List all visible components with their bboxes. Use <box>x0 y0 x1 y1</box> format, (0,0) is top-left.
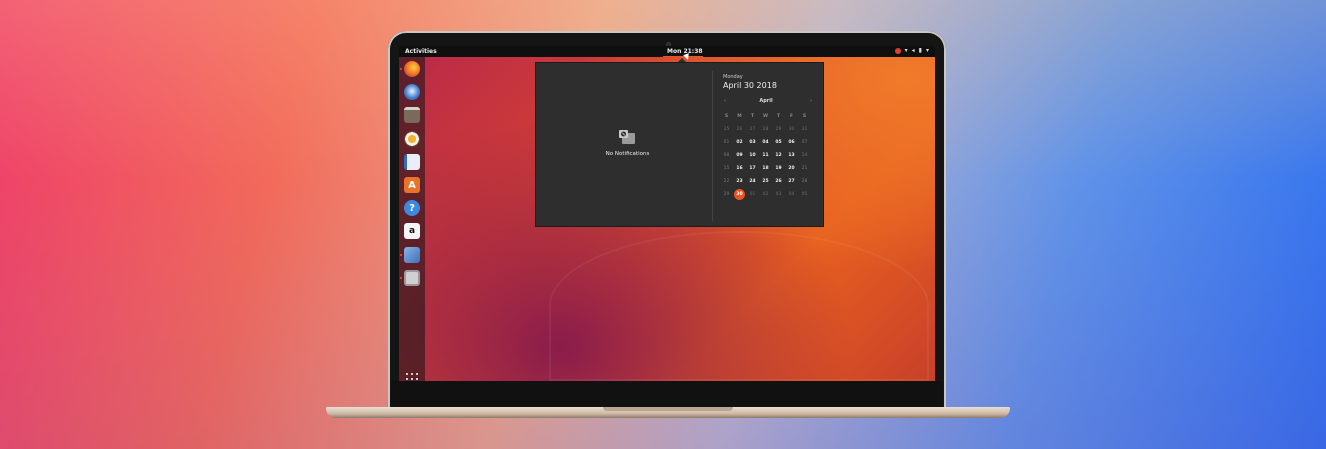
calendar-day[interactable]: 29 <box>720 188 733 201</box>
writer-icon[interactable] <box>404 154 420 170</box>
calendar-day[interactable]: 23 <box>733 175 746 188</box>
chevron-down-icon: ▾ <box>925 47 929 54</box>
status-indicator-icon <box>894 47 901 54</box>
calendar-grid: S M T W T F S 25 26 27 28 29 30 31 01 02… <box>720 110 814 201</box>
calendar-day[interactable]: 21 <box>798 162 811 175</box>
day-header: S <box>724 114 729 119</box>
laptop-notch <box>603 407 733 411</box>
calendar-day[interactable]: 09 <box>733 149 746 162</box>
calendar-day[interactable]: 16 <box>733 162 746 175</box>
battery-icon: ▮ <box>918 47 922 54</box>
files-icon[interactable] <box>404 107 420 123</box>
calendar-day[interactable]: 30 <box>785 123 798 136</box>
calendar-day[interactable]: 10 <box>746 149 759 162</box>
network-icon: ▾ <box>904 47 908 54</box>
calendar-day[interactable]: 03 <box>746 136 759 149</box>
calendar-day[interactable]: 17 <box>746 162 759 175</box>
calendar-day[interactable]: 18 <box>759 162 772 175</box>
calendar-pane: Monday April 30 2018 ‹ April › S M T W T… <box>720 63 824 228</box>
day-header: T <box>750 114 755 119</box>
calendar-popover: No Notifications Monday April 30 2018 ‹ … <box>535 62 824 227</box>
calendar-day[interactable]: 26 <box>772 175 785 188</box>
day-header: T <box>776 114 781 119</box>
calendar-day[interactable]: 07 <box>798 136 811 149</box>
calendar-day[interactable]: 20 <box>785 162 798 175</box>
day-header: F <box>789 114 794 119</box>
calendar-day[interactable]: 28 <box>798 175 811 188</box>
calendar-day-today[interactable]: 30 <box>733 188 746 201</box>
show-applications-icon[interactable] <box>406 373 418 381</box>
day-header: W <box>763 114 768 119</box>
calendar-day[interactable]: 01 <box>746 188 759 201</box>
desktop-screen: Activities Mon 21:38 ▾ ◂ ▮ ▾ A ? a No No… <box>399 46 935 381</box>
firefox-icon[interactable] <box>404 61 420 77</box>
dock: A ? a <box>399 57 425 381</box>
calendar-day[interactable]: 27 <box>785 175 798 188</box>
thunderbird-icon[interactable] <box>404 84 420 100</box>
calendar-day[interactable]: 01 <box>720 136 733 149</box>
preferences-icon[interactable] <box>404 247 420 263</box>
calendar-day[interactable]: 02 <box>759 188 772 201</box>
calendar-day[interactable]: 02 <box>733 136 746 149</box>
volume-icon: ◂ <box>911 47 915 54</box>
calendar-day[interactable]: 13 <box>785 149 798 162</box>
calendar-day[interactable]: 12 <box>772 149 785 162</box>
calendar-day[interactable]: 14 <box>798 149 811 162</box>
calendar-day[interactable]: 29 <box>772 123 785 136</box>
calendar-month-nav: ‹ April › <box>720 98 812 106</box>
calendar-date[interactable]: April 30 2018 <box>723 81 777 90</box>
wallpaper-art <box>549 231 929 381</box>
calendar-day[interactable]: 27 <box>746 123 759 136</box>
activities-button[interactable]: Activities <box>405 48 437 55</box>
calendar-day[interactable]: 04 <box>759 136 772 149</box>
calendar-day[interactable]: 15 <box>720 162 733 175</box>
today-label: 30 <box>734 189 745 200</box>
calendar-day[interactable]: 26 <box>733 123 746 136</box>
calculator-icon[interactable] <box>404 270 420 286</box>
pane-divider <box>712 71 713 221</box>
running-indicator <box>400 277 402 279</box>
day-header: M <box>737 114 742 119</box>
calendar-day[interactable]: 19 <box>772 162 785 175</box>
system-tray[interactable]: ▾ ◂ ▮ ▾ <box>894 47 929 54</box>
notifications-pane: No Notifications <box>536 63 713 228</box>
calendar-day[interactable]: 06 <box>785 136 798 149</box>
calendar-day[interactable]: 22 <box>720 175 733 188</box>
next-month-button[interactable]: › <box>810 98 812 104</box>
calendar-day[interactable]: 25 <box>759 175 772 188</box>
calendar-day[interactable]: 05 <box>772 136 785 149</box>
calendar-day[interactable]: 08 <box>720 149 733 162</box>
calendar-weekday: Monday <box>723 74 743 80</box>
calendar-day[interactable]: 03 <box>772 188 785 201</box>
help-icon[interactable]: ? <box>404 200 420 216</box>
calendar-month-label: April <box>759 98 773 104</box>
software-icon[interactable]: A <box>404 177 420 193</box>
screen-chin <box>391 381 943 409</box>
no-notifications-icon <box>619 130 635 144</box>
amazon-icon[interactable]: a <box>404 223 420 239</box>
calendar-day[interactable]: 04 <box>785 188 798 201</box>
calendar-day[interactable]: 11 <box>759 149 772 162</box>
no-notifications-label: No Notifications <box>605 151 650 157</box>
calendar-day[interactable]: 25 <box>720 123 733 136</box>
day-header: S <box>802 114 807 119</box>
calendar-day[interactable]: 28 <box>759 123 772 136</box>
calendar-day[interactable]: 31 <box>798 123 811 136</box>
rhythmbox-icon[interactable] <box>404 131 420 147</box>
calendar-day[interactable]: 24 <box>746 175 759 188</box>
running-indicator <box>400 254 402 256</box>
running-indicator <box>400 68 402 70</box>
calendar-day[interactable]: 05 <box>798 188 811 201</box>
